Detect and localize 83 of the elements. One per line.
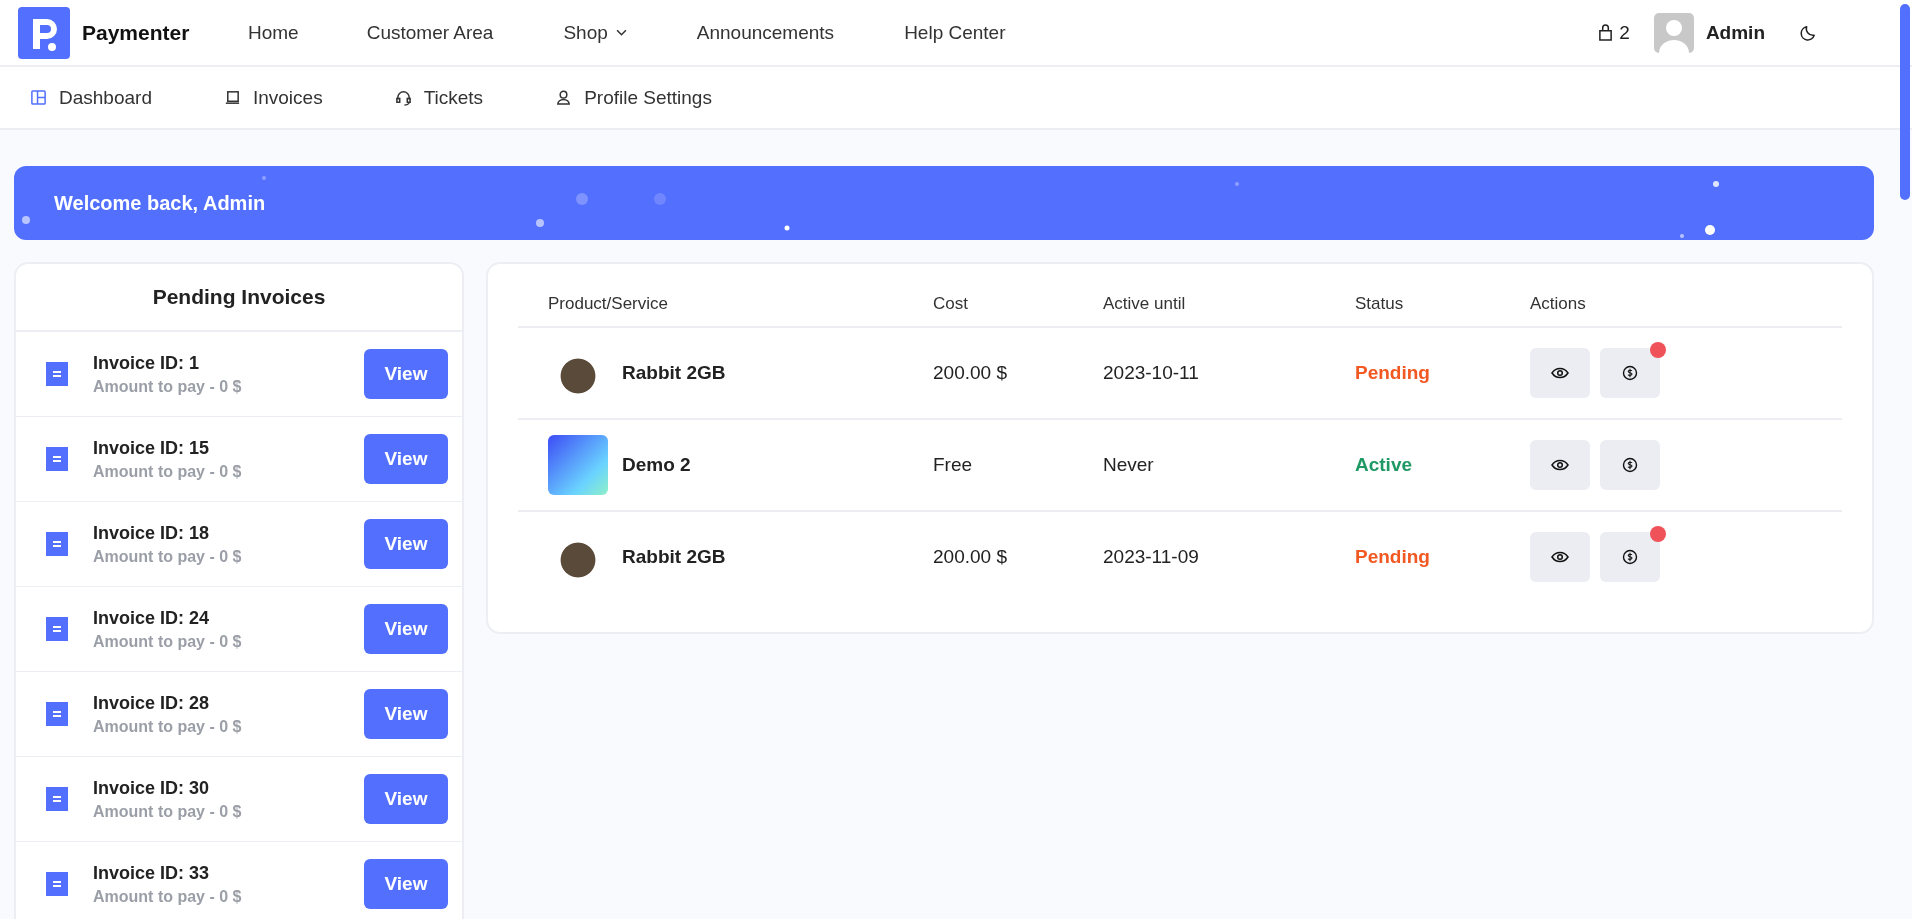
date-text: Never (1103, 454, 1154, 475)
eye-icon (1551, 457, 1569, 473)
subnav-tab[interactable]: Dashboard (30, 86, 152, 109)
column-header: Cost (933, 294, 968, 313)
column-header: Active until (1103, 294, 1186, 313)
nav-link[interactable]: Shop (563, 21, 627, 44)
view-button[interactable]: View (364, 774, 448, 824)
view-service-button[interactable] (1530, 440, 1590, 490)
card-title: Pending Invoices (16, 264, 462, 332)
cost-text: 200.00 $ (933, 362, 1007, 383)
notification-dot (1650, 342, 1666, 358)
cost-text: 200.00 $ (933, 546, 1007, 567)
column-header: Product/Service (548, 294, 668, 313)
subnav-tab[interactable]: Tickets (394, 86, 484, 109)
document-icon (46, 872, 68, 896)
invoice-title: Invoice ID: 18 (93, 522, 211, 544)
status-text: Pending (1355, 362, 1430, 383)
shopping-bag-icon (1598, 24, 1614, 41)
invoice-title: Invoice ID: 1 (93, 352, 201, 374)
subnav-tab[interactable]: Profile Settings (555, 86, 712, 109)
cost-text: Free (933, 454, 973, 475)
view-button[interactable]: View (364, 349, 448, 399)
cart-link[interactable]: 2 (1598, 21, 1630, 44)
invoice-title: Invoice ID: 24 (93, 607, 211, 629)
user-name[interactable]: Admin (1705, 21, 1765, 44)
nav-link[interactable]: Help Center (904, 21, 1006, 44)
view-button[interactable]: View (364, 519, 448, 569)
moon-icon[interactable] (1799, 23, 1818, 42)
layout-icon (30, 89, 47, 106)
status-text: Active (1355, 454, 1413, 475)
invoice-title: Invoice ID: 30 (93, 777, 211, 799)
document-icon (46, 447, 68, 471)
invoice-amount: Amount to pay - 0 $ (93, 717, 243, 736)
view-button[interactable]: View (364, 859, 448, 909)
subnav-tab[interactable]: Invoices (223, 86, 323, 109)
view-service-button[interactable] (1530, 348, 1590, 398)
document-icon (46, 787, 68, 811)
invoice-amount: Amount to pay - 0 $ (93, 632, 243, 651)
scrollbar-thumb[interactable] (1900, 4, 1910, 200)
eye-icon (1551, 549, 1569, 565)
dollar-coin-icon (1621, 549, 1639, 565)
view-button[interactable]: View (364, 689, 448, 739)
dollar-coin-icon (1621, 457, 1639, 473)
brand-name[interactable]: Paymenter (82, 20, 190, 45)
user-icon (555, 89, 573, 106)
invoice-amount: Amount to pay - 0 $ (93, 547, 243, 566)
product-logo-image (548, 435, 608, 495)
column-header: Status (1355, 294, 1404, 313)
document-icon (46, 362, 68, 386)
invoice-title: Invoice ID: 33 (93, 862, 211, 884)
nav-link[interactable]: Announcements (696, 21, 835, 44)
invoice-title: Invoice ID: 15 (93, 437, 211, 459)
notification-dot (1650, 526, 1666, 542)
pay-button[interactable] (1600, 348, 1660, 398)
logo-icon[interactable] (18, 6, 70, 59)
pay-button[interactable] (1600, 440, 1660, 490)
invoice-title: Invoice ID: 28 (93, 692, 211, 714)
view-button[interactable]: View (364, 604, 448, 654)
laptop-icon (223, 89, 241, 106)
invoice-amount: Amount to pay - 0 $ (93, 462, 243, 481)
invoice-amount: Amount to pay - 0 $ (93, 377, 243, 396)
chevron-down-icon (615, 29, 627, 36)
status-text: Pending (1355, 546, 1430, 567)
pay-button[interactable] (1600, 532, 1660, 582)
document-icon (46, 702, 68, 726)
product-name: Demo 2 (622, 454, 691, 476)
nav-link[interactable]: Home (248, 21, 299, 44)
nav-link[interactable]: Customer Area (366, 21, 494, 44)
document-icon (46, 617, 68, 641)
product-name: Rabbit 2GB (622, 362, 726, 384)
headset-icon (394, 89, 412, 106)
view-service-button[interactable] (1530, 532, 1590, 582)
invoice-amount: Amount to pay - 0 $ (93, 802, 243, 821)
eye-icon (1551, 365, 1569, 381)
document-icon (46, 532, 68, 556)
product-name: Rabbit 2GB (622, 546, 726, 568)
date-text: 2023-11-09 (1103, 546, 1199, 567)
column-header: Actions (1530, 294, 1586, 313)
date-text: 2023-10-11 (1103, 362, 1199, 383)
welcome-heading: Welcome back, Admin (54, 191, 266, 215)
dollar-coin-icon (1621, 365, 1639, 381)
view-button[interactable]: View (364, 434, 448, 484)
invoice-amount: Amount to pay - 0 $ (93, 887, 243, 906)
